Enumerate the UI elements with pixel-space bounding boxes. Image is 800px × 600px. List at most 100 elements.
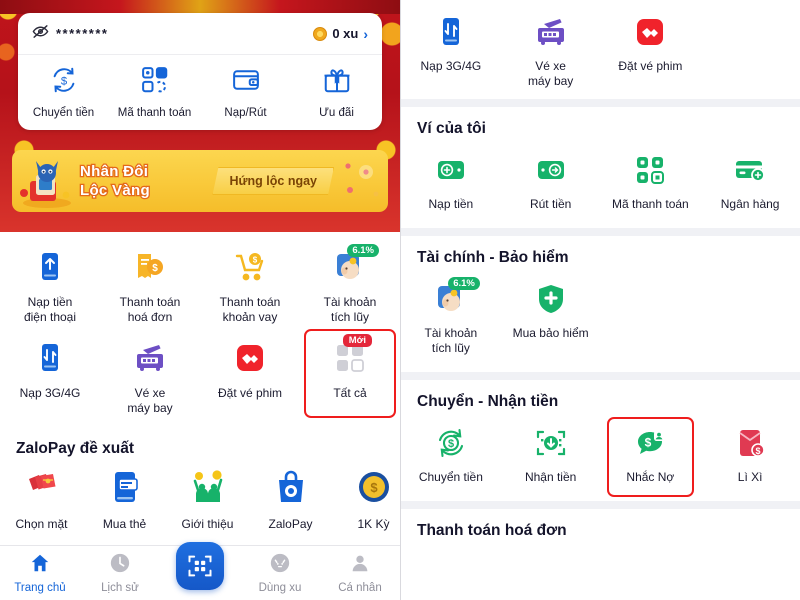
service-label: Vé xe máy bay <box>527 59 574 88</box>
promo-line-2: Lộc Vàng <box>79 181 151 201</box>
suggestion-label: ZaloPay <box>268 517 313 531</box>
icon-container: $ <box>733 423 767 467</box>
svg-text:$: $ <box>370 480 378 495</box>
section-divider <box>401 501 800 509</box>
history-clock-icon <box>109 552 131 579</box>
service-data-topup[interactable]: Nạp 3G/4G <box>401 8 501 99</box>
service-lucky-money[interactable]: $ Lì Xì <box>700 419 800 495</box>
transfer-money-icon: $ <box>434 426 468 465</box>
service-label: Ngân hàng <box>720 197 780 211</box>
service-receive-money[interactable]: Nhận tiền <box>501 419 601 495</box>
balance-left[interactable]: ******** <box>32 23 108 45</box>
service-payment-code[interactable]: Mã thanh toán <box>601 146 701 222</box>
service-travel-ticket[interactable]: Vé xe máy bay <box>100 331 200 416</box>
service-withdraw[interactable]: Rút tiền <box>501 146 601 222</box>
service-debt-reminder-highlighted[interactable]: $ Nhắc Nợ <box>606 417 695 497</box>
masked-balance: ******** <box>56 26 109 41</box>
service-phone-topup[interactable]: Nạp tiền điện thoại <box>0 240 100 325</box>
service-data-topup[interactable]: Nạp 3G/4G <box>0 331 100 416</box>
balance-row[interactable]: ******** 0 xu › <box>18 13 382 55</box>
coin-balance[interactable]: 0 xu › <box>313 26 368 42</box>
promo-banner[interactable]: Nhân Đôi Lộc Vàng Hứng lộc ngay <box>12 150 388 212</box>
icon-container <box>533 12 569 56</box>
wallet-icon <box>231 65 261 100</box>
suggestion-item[interactable]: Chọn mặt <box>0 468 83 531</box>
service-all-highlighted[interactable]: Mới Tất cả <box>304 329 396 418</box>
icon-container <box>434 12 468 56</box>
suggestion-item[interactable]: ZaloPay <box>249 468 332 531</box>
service-savings-account[interactable]: 6.1% Tài khoản tích lũy <box>300 240 400 325</box>
chevron-right-icon[interactable]: › <box>363 26 368 42</box>
suggestion-item[interactable]: $ 1K Kỳ <box>332 468 400 531</box>
quick-action-payment-code[interactable]: Mã thanh toán <box>109 65 200 119</box>
section-finance-insurance: Tài chính - Bảo hiểm 6.1% Tài khoản tích… <box>401 236 800 372</box>
quick-action-topup-withdraw[interactable]: Nạp/Rút <box>200 65 291 119</box>
service-bank[interactable]: Ngân hàng <box>700 146 800 222</box>
service-label: Nhắc Nợ <box>626 470 675 484</box>
promo-cta-button[interactable]: Hứng lộc ngay <box>212 167 334 195</box>
suggestions-row: Chọn mặt Mua thẻ Giới thiệu ZaloPay $ 1K… <box>0 468 400 531</box>
data-topup-icon <box>33 341 67 380</box>
tab-label: Trang chủ <box>14 582 66 594</box>
suggestion-label: Giới thiệu <box>181 517 234 531</box>
service-empty-slot <box>700 8 800 99</box>
quick-action-label: Chuyển tiền <box>32 107 95 119</box>
bank-card-icon <box>733 153 767 192</box>
section-items-grid: 6.1% Tài khoản tích lũy Mua bảo hiểm <box>401 275 800 366</box>
payment-qr-icon <box>140 65 170 100</box>
eye-off-icon[interactable] <box>32 23 49 45</box>
service-savings-account[interactable]: 6.1% Tài khoản tích lũy <box>401 275 501 366</box>
service-label: Mua bảo hiểm <box>512 326 589 340</box>
quick-action-label: Ưu đãi <box>319 107 354 119</box>
service-buy-insurance[interactable]: Mua bảo hiểm <box>501 275 601 366</box>
rate-badge: 6.1% <box>448 277 480 290</box>
svg-text:$: $ <box>448 438 454 450</box>
section-title: Thanh toán hoá đơn <box>417 522 567 539</box>
qr-scan-icon[interactable] <box>176 541 224 590</box>
quick-action-offers[interactable]: Ưu đãi <box>291 65 382 119</box>
icon-container <box>132 337 168 383</box>
icon-container <box>534 423 568 467</box>
service-label: Tài khoản tích lũy <box>323 295 377 324</box>
wallet-withdraw-icon <box>534 153 568 192</box>
icon-container: $ <box>434 423 468 467</box>
tab-home[interactable]: Trang chủ <box>0 552 80 594</box>
service-movie-ticket[interactable]: Đặt vé phim <box>200 331 300 416</box>
new-badge: Mới <box>342 334 372 347</box>
svg-text:$: $ <box>645 435 652 449</box>
service-deposit[interactable]: Nạp tiền <box>401 146 501 222</box>
section-bill-payment: Thanh toán hoá đơn <box>401 509 800 554</box>
suggestion-label: Chọn mặt <box>15 517 68 531</box>
zalopay-all-services-screen: Nạp 3G/4G Vé xe máy bay Đặt vé phim Ví c… <box>400 0 800 600</box>
buy-card-icon <box>106 468 144 511</box>
icon-container: $ <box>233 246 267 292</box>
tab-history[interactable]: Lịch sử <box>80 552 160 594</box>
tab-profile[interactable]: Cá nhân <box>320 552 400 594</box>
bottom-navigation-bar: Trang chủ Lịch sử Dùng xu Cá nhân <box>0 541 400 600</box>
tab-qr-scan[interactable] <box>160 541 240 593</box>
all-services-grid-icon <box>334 342 366 379</box>
tab-use-coins[interactable]: Dùng xu <box>240 552 320 594</box>
service-loan-payment[interactable]: $ Thanh toán khoản vay <box>200 240 300 325</box>
section-divider <box>401 372 800 380</box>
suggestion-item[interactable]: Mua thẻ <box>83 468 166 531</box>
quick-actions-row: $ Chuyển tiền Mã thanh toán Nạp/Rút Ưu đ… <box>18 55 382 130</box>
travel-ticket-icon <box>132 341 168 380</box>
suggestion-item[interactable]: Giới thiệu <box>166 468 249 531</box>
service-transfer-money[interactable]: $ Chuyển tiền <box>401 419 501 495</box>
icon-container <box>33 337 67 383</box>
bill-payment-icon: $ <box>133 250 167 289</box>
section-my-wallet: Ví của tôi Nạp tiền Rút tiền Mã thanh to… <box>401 107 800 228</box>
service-label: Nạp tiền <box>428 197 474 211</box>
svg-text:$: $ <box>152 263 158 274</box>
section-title: Tài chính - Bảo hiểm <box>417 249 569 266</box>
top-services-row: Nạp 3G/4G Vé xe máy bay Đặt vé phim <box>401 0 800 99</box>
service-bill-payment[interactable]: $ Thanh toán hoá đơn <box>100 240 200 325</box>
svg-text:$: $ <box>253 255 258 264</box>
service-movie-ticket[interactable]: Đặt vé phim <box>601 8 701 99</box>
service-travel-ticket[interactable]: Vé xe máy bay <box>501 8 601 99</box>
coin-cat-icon <box>269 552 291 579</box>
quick-action-transfer[interactable]: $ Chuyển tiền <box>18 65 109 119</box>
section-divider <box>401 228 800 236</box>
service-label: Thanh toán khoản vay <box>219 295 281 324</box>
